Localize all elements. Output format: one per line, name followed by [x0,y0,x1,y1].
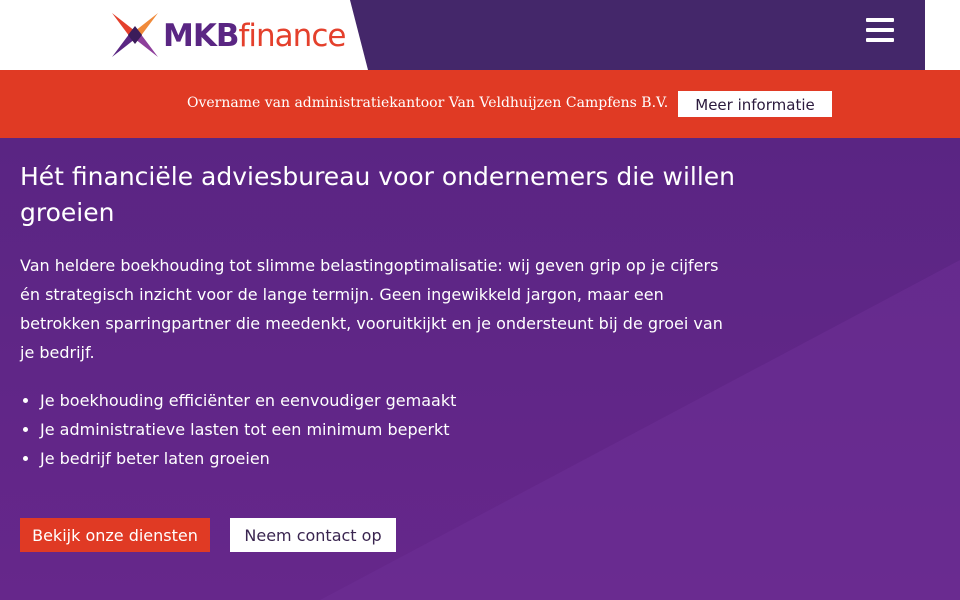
contact-button[interactable]: Neem contact op [230,518,396,552]
benefit-item: Je bedrijf beter laten groeien [40,444,456,473]
benefits-list: Je boekhouding efficiënter en eenvoudige… [20,386,456,473]
menu-bar-middle [866,28,894,32]
site-header: MKBfinance [0,0,960,70]
menu-bar-bottom [866,38,894,42]
benefit-item: Je administratieve lasten tot een minimu… [40,415,456,444]
view-services-button[interactable]: Bekijk onze diensten [20,518,210,552]
hero-description: Van heldere boekhouding tot slimme belas… [20,256,723,362]
hamburger-menu-icon[interactable] [866,18,894,42]
logo-brand-bold: MKB [163,18,239,54]
logo-link[interactable]: MKBfinance [0,0,368,70]
menu-bar-top [866,18,894,22]
hero-title: Hét financiële adviesbureau voor onderne… [20,162,736,227]
more-info-button[interactable]: Meer informatie [678,91,832,117]
logo-wordmark: MKBfinance [163,14,347,58]
benefit-item: Je boekhouding efficiënter en eenvoudige… [40,386,456,415]
logo-brand-light: finance [238,18,347,54]
header-right-strip [925,0,960,70]
logo-mark-icon [112,13,158,57]
announcement-text: Overname van administratiekantoor Van Ve… [187,95,669,111]
